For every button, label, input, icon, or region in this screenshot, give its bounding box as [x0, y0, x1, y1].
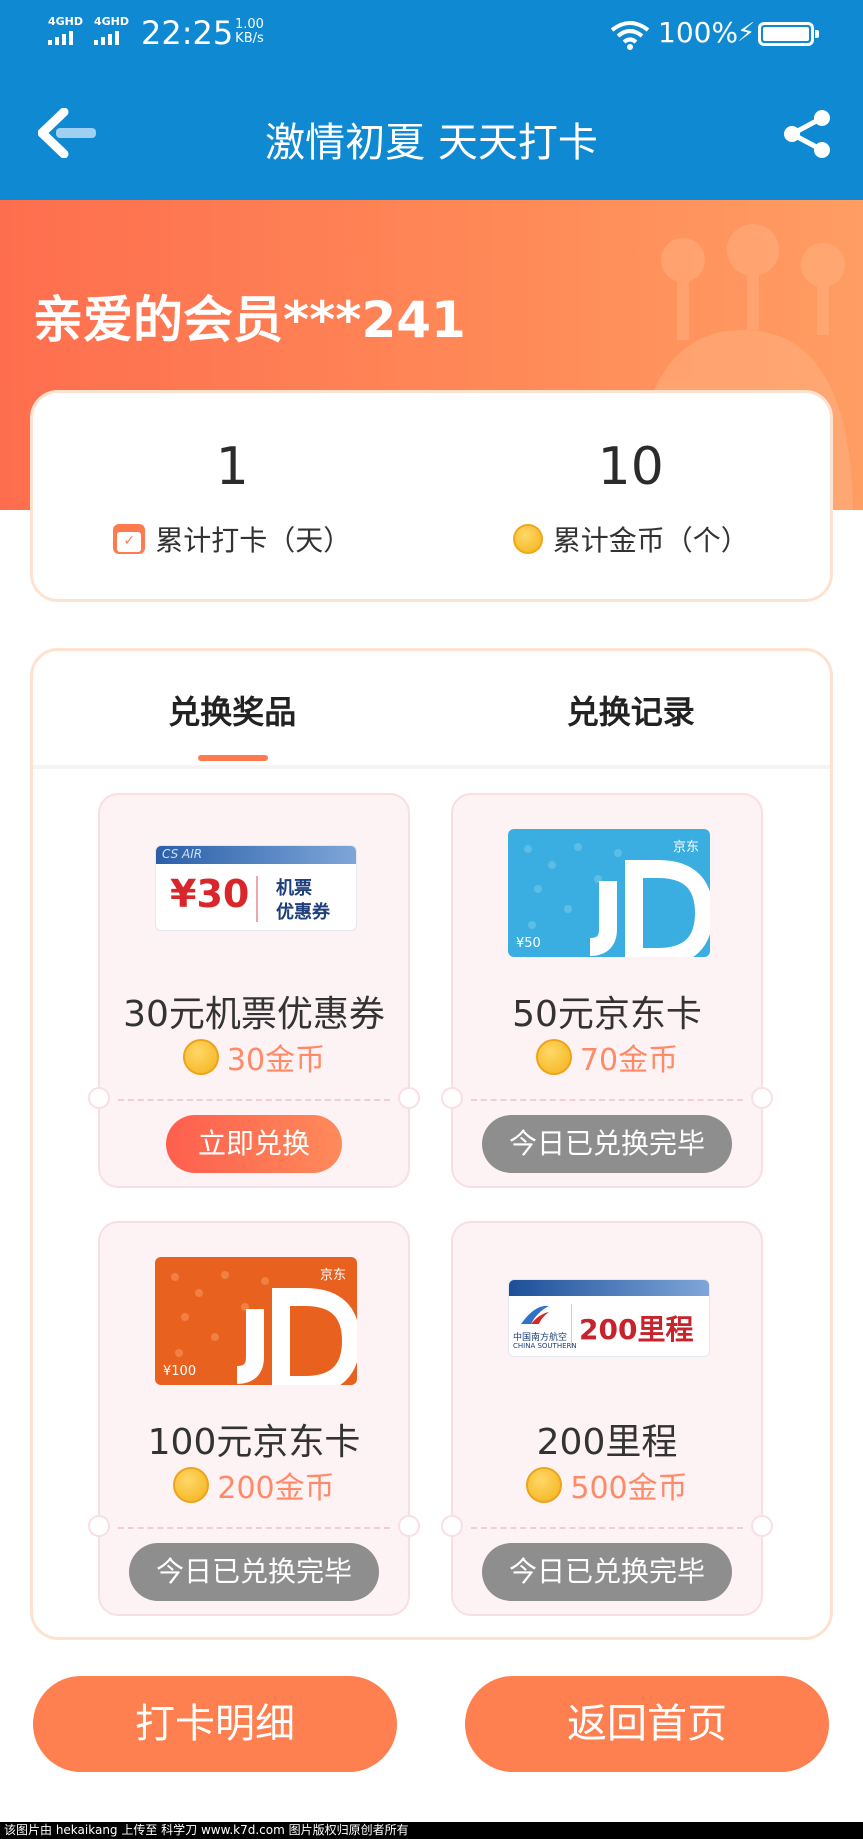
- jd-card-value: ¥50: [516, 936, 541, 951]
- rewards-panel: 兑换奖品 兑换记录 CS AIR ¥30 机票 优惠券 30元机票优惠券 30金…: [30, 648, 833, 1640]
- tab-bar: 兑换奖品 兑换记录: [33, 651, 830, 769]
- reward-price: 30金币: [226, 1043, 326, 1078]
- coins-label: 累计金币（个）: [552, 524, 749, 557]
- tab-records[interactable]: 兑换记录: [432, 687, 831, 733]
- signal-1: 4GHD: [48, 16, 83, 45]
- reward-name: 50元京东卡: [512, 994, 702, 1035]
- share-icon[interactable]: [782, 108, 832, 160]
- active-tab-indicator: [198, 755, 268, 761]
- svg-text:京东: 京东: [320, 1268, 346, 1283]
- reward-name: 100元京东卡: [147, 1422, 361, 1463]
- airline-logo-icon: [521, 1305, 549, 1324]
- tab-redeem[interactable]: 兑换奖品: [33, 687, 432, 733]
- top-bar: 4GHD 4GHD 22:25 1.00 KB/s 100% ⚡ 激情初夏 天天…: [0, 0, 863, 200]
- air-coupon-line1: 机票: [276, 878, 312, 899]
- jd-card-value: ¥100: [163, 1364, 197, 1379]
- airline-name-en: CHINA SOUTHERN: [513, 1342, 577, 1350]
- reward-card-jd-100: 京东 ¥100 100元京东卡 200金币 今日已兑换完毕: [88, 1221, 420, 1616]
- speed-value: 1.00: [235, 17, 264, 32]
- checkin-days-value: 1: [215, 437, 249, 497]
- air-coupon-banner: CS AIR: [162, 847, 203, 861]
- air-coupon-amount: ¥30: [170, 872, 250, 916]
- coins-value: 10: [597, 437, 664, 497]
- reward-price: 200金币: [217, 1471, 335, 1506]
- svg-text:京东: 京东: [673, 840, 699, 855]
- charging-icon: ⚡: [737, 18, 756, 48]
- coin-icon: [173, 1467, 210, 1503]
- sold-out-button[interactable]: 今日已兑换完毕: [129, 1543, 379, 1601]
- battery-icon: [758, 22, 819, 46]
- miles-image: 中国南方航空 CHINA SOUTHERN 200里程: [508, 1279, 710, 1357]
- reward-card-jd-50: 京东 ¥50 50元京东卡 70金币 今日已兑换完毕: [441, 793, 773, 1188]
- miles-text: 200里程: [579, 1313, 694, 1346]
- wifi-icon: [610, 21, 650, 50]
- member-greeting: 亲爱的会员***241: [33, 291, 466, 349]
- reward-name: 200里程: [536, 1422, 678, 1463]
- battery-percent: 100%: [658, 16, 739, 49]
- coins-stat: 10 累计金币（个）: [432, 393, 831, 599]
- network-speed: 1.00 KB/s: [235, 18, 264, 46]
- page-title: 激情初夏 天天打卡: [265, 120, 598, 166]
- sold-out-button[interactable]: 今日已兑换完毕: [482, 1543, 732, 1601]
- jd-card-100-image: 京东 ¥100: [155, 1257, 357, 1385]
- image-watermark: 该图片由 hekaikang 上传至 科学刀 www.k7d.com 图片版权归…: [0, 1822, 863, 1839]
- reward-card-air-coupon: CS AIR ¥30 机票 优惠券 30元机票优惠券 30金币 立即兑换: [88, 793, 420, 1188]
- jd-card-50-image: 京东 ¥50: [508, 829, 710, 957]
- status-bar: 4GHD 4GHD 22:25 1.00 KB/s 100% ⚡: [0, 0, 863, 70]
- stats-card: 1 累计打卡（天） 10 累计金币（个）: [30, 390, 833, 602]
- status-time: 22:25: [141, 14, 234, 52]
- calendar-icon: [113, 524, 146, 554]
- signal-1-label: 4GHD: [48, 15, 84, 28]
- checkin-stat: 1 累计打卡（天）: [33, 393, 432, 599]
- checkin-detail-button[interactable]: 打卡明细: [33, 1676, 397, 1772]
- return-home-button[interactable]: 返回首页: [465, 1676, 829, 1772]
- coin-icon: [182, 1039, 219, 1075]
- reward-price: 70金币: [579, 1043, 679, 1078]
- sold-out-button[interactable]: 今日已兑换完毕: [482, 1115, 732, 1173]
- signal-2-label: 4GHD: [94, 15, 130, 28]
- coin-icon: [535, 1039, 572, 1075]
- air-coupon-image: CS AIR ¥30 机票 优惠券: [155, 845, 357, 931]
- redeem-now-button[interactable]: 立即兑换: [166, 1115, 342, 1173]
- reward-name: 30元机票优惠券: [123, 994, 385, 1035]
- reward-card-miles: 中国南方航空 CHINA SOUTHERN 200里程 200里程 500金币 …: [441, 1221, 773, 1616]
- coin-icon: [512, 524, 543, 554]
- coin-icon: [526, 1467, 563, 1503]
- reward-price: 500金币: [570, 1471, 688, 1506]
- speed-unit: KB/s: [235, 31, 264, 46]
- checkin-days-label: 累计打卡（天）: [155, 524, 352, 557]
- signal-2: 4GHD: [94, 16, 129, 45]
- air-coupon-line2: 优惠券: [276, 902, 330, 923]
